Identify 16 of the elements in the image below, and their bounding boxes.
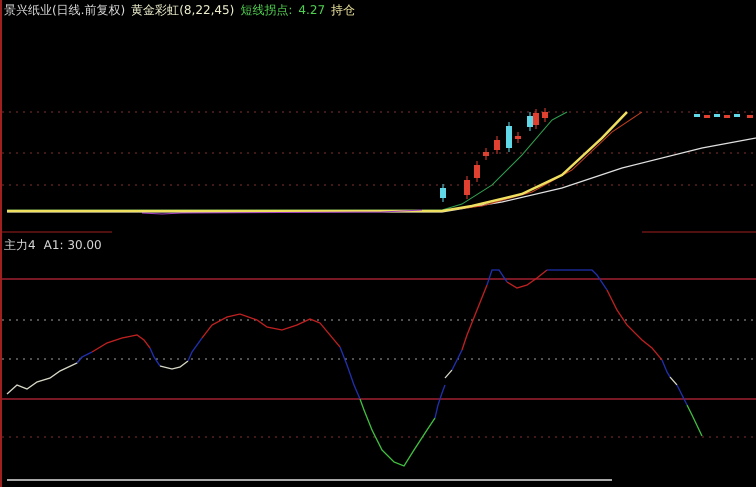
candlestick (747, 115, 753, 118)
candlestick (464, 176, 470, 200)
panel-reading: A1: 30.00 (44, 237, 102, 254)
indicator-name: 黄金彩虹(8,22,45) (131, 2, 234, 19)
candlestick (474, 160, 480, 182)
candlestick (494, 136, 500, 154)
stock-title: 景兴纸业(日线.前复权) (4, 2, 126, 19)
candlestick (515, 132, 521, 144)
candlestick (440, 184, 446, 202)
candlestick (506, 122, 512, 152)
panel-title: 主力4 (4, 237, 36, 254)
signal-label: 短线拐点: (240, 2, 292, 19)
candlestick (542, 108, 548, 122)
indicator-label: 持仓 (331, 2, 356, 19)
signal-value: 4.27 (298, 2, 326, 19)
candlestick (483, 148, 489, 160)
